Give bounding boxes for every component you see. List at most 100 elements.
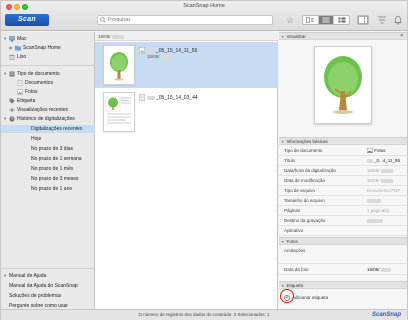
info-key: Tipo de documento [284,148,323,153]
preview-section-header[interactable]: ▼ Visualizar ✕ [279,32,407,40]
disclosure-triangle-icon[interactable]: ▼ [281,35,284,39]
list-view-button[interactable] [318,16,335,24]
photo-thumbnail [103,45,135,85]
redacted-text [380,267,391,272]
date-header-label: 15/05/ [98,34,111,39]
info-row-title: Título _0...4_11_56 [279,156,407,166]
sidebar-item-label: Documentos [25,80,54,86]
panel-toggle-button[interactable] [357,15,369,25]
info-value: 15/05/ [367,166,393,176]
info-value: Documento PDF [367,188,401,193]
photo-file-icon [139,47,145,54]
info-key: Aplicativo [284,228,304,233]
sidebar-item-today[interactable]: Hoje [1,135,95,143]
sidebar-item-scan-history[interactable]: ▼ Histórico de digitalizações [1,115,95,123]
sidebar-item-3-months[interactable]: No prazo de 3 meses [1,175,95,183]
tree-photo-image [105,96,131,124]
info-value[interactable]: 15/05/ [367,265,391,275]
list-item[interactable]: _05_15_14_03_44 [95,89,278,135]
sidebar-item-label: Hoje [31,136,42,142]
disclosure-triangle-icon[interactable]: ▼ [3,115,7,123]
sidebar-item-label: No prazo de 3 dias [31,146,73,152]
clock-icon [9,116,15,122]
disclosure-triangle-icon[interactable]: ▼ [3,70,7,78]
info-value: 15/05/ [367,176,393,186]
sidebar-item-3-days[interactable]: No prazo de 3 dias [1,145,95,153]
document-type-icon [9,71,15,77]
detail-panel: ▼ Visualizar ✕ ▼ Informações básicas Tipo … [279,32,407,309]
list-date-header: 15/05/ [95,32,278,41]
sidebar-item-trash[interactable]: Lixo [1,53,95,61]
sidebar-item-help-scansnap[interactable]: Manual da Ajuda do ScanSnap [1,282,95,290]
preview-image[interactable] [314,46,372,124]
sidebar-item-documents[interactable]: Documentos [1,79,95,87]
info-row-modified-date: Data de modificação 15/05/ [279,176,407,186]
sidebar-item-1-week[interactable]: No prazo de 1 semana [1,155,95,163]
info-row-photo-date: Data da foto 15/05/ [279,265,407,275]
sidebar-item-1-year[interactable]: No prazo de 1 ano [1,185,95,193]
info-row-save-destination: Destino da gravação [279,216,407,226]
info-key: Tipo de arquivo [284,188,315,193]
sidebar-divider [1,65,94,66]
search-field[interactable] [97,15,273,25]
notification-icon[interactable] [393,15,403,25]
info-key: Data de modificação [284,178,326,183]
sidebar-item-document-type[interactable]: ▼ Tipo de documento [1,70,95,78]
title-bar: ScanSnap Home Scan ☆ [1,1,407,31]
sidebar-item-help-manual[interactable]: ▼ Manual de Ajuda [1,272,95,280]
redacted-text [367,158,373,163]
list-view-icon [322,17,330,23]
redacted-text [111,34,124,39]
view-mode-selector[interactable] [302,15,350,25]
photos-section-header[interactable]: ▼ Fotos [279,237,407,245]
sidebar-item-recent-views[interactable]: Visualizações recentes [1,106,95,114]
info-key: Data/hora da digitalização [284,168,337,173]
scan-button[interactable]: Scan [5,14,49,26]
disclosure-triangle-icon[interactable]: ▼ [281,140,284,144]
sidebar-item-label: No prazo de 1 mês [31,166,74,172]
info-value: 1 página(s) [367,208,390,213]
sidebar-item-troubleshooting[interactable]: Soluções de problemas [1,292,95,300]
redacted-text [367,198,381,203]
thumbnail-view-icon [306,17,314,23]
info-row-annotations: Anotações [279,246,407,264]
sidebar: ▼ Mac ▶ ScanSnap Home Lixo ▼ Tipo de doc… [1,32,95,309]
redacted-text [160,54,171,59]
list-item[interactable]: _05_15_14_11_56 15/05/ [95,42,278,88]
redacted-text [147,95,155,100]
sidebar-item-mac[interactable]: ▼ Mac [1,35,95,43]
info-value[interactable]: _0...4_11_56 [367,156,400,166]
disclosure-triangle-icon[interactable]: ▼ [3,272,7,280]
disclosure-triangle-icon[interactable]: ▼ [281,240,284,244]
info-value[interactable]: Fotos [367,146,386,156]
panel-toggle-icon [358,16,368,24]
info-row-pages: Páginas 1 página(s) [279,206,407,216]
sidebar-item-label: Digitalizações recentes [31,126,83,132]
sidebar-item-photos[interactable]: Fotos [1,88,95,96]
sidebar-item-recent-scans[interactable]: Digitalizações recentes [1,125,95,133]
disclosure-triangle-icon[interactable]: ▶ [9,44,13,52]
sort-icon[interactable] [377,15,387,25]
sidebar-item-1-month[interactable]: No prazo de 1 mês [1,165,95,173]
redacted-text [367,218,383,223]
search-icon [100,17,106,23]
content-list: 15/05/ _05_15_14_11_56 15/05/ _05_15_14_… [95,32,278,309]
photo-icon [367,148,373,154]
disclosure-triangle-icon[interactable]: ▼ [281,284,284,288]
disclosure-triangle-icon[interactable]: ▼ [3,35,7,43]
tag-section-header[interactable]: ▼ Etiqueta [279,281,407,289]
search-input[interactable] [108,16,268,24]
sidebar-item-scansnap-home[interactable]: ▶ ScanSnap Home [1,44,95,52]
info-key: Tamanho do arquivo [284,198,325,203]
sidebar-item-tags[interactable]: Etiqueta [1,97,95,105]
sidebar-item-label: No prazo de 1 ano [31,186,73,192]
status-text: O número de registros dos dados do conte… [138,312,270,317]
thumbnail-view-button[interactable] [303,16,319,24]
close-panel-icon[interactable]: ✕ [400,33,404,40]
detail-view-button[interactable] [334,16,349,24]
star-icon[interactable]: ☆ [285,15,295,25]
document-name: _05_15_14_03_44 [147,95,198,101]
computer-icon [9,36,15,42]
folder-icon [15,45,21,51]
basic-info-section-header[interactable]: ▼ Informações básicas [279,137,407,145]
